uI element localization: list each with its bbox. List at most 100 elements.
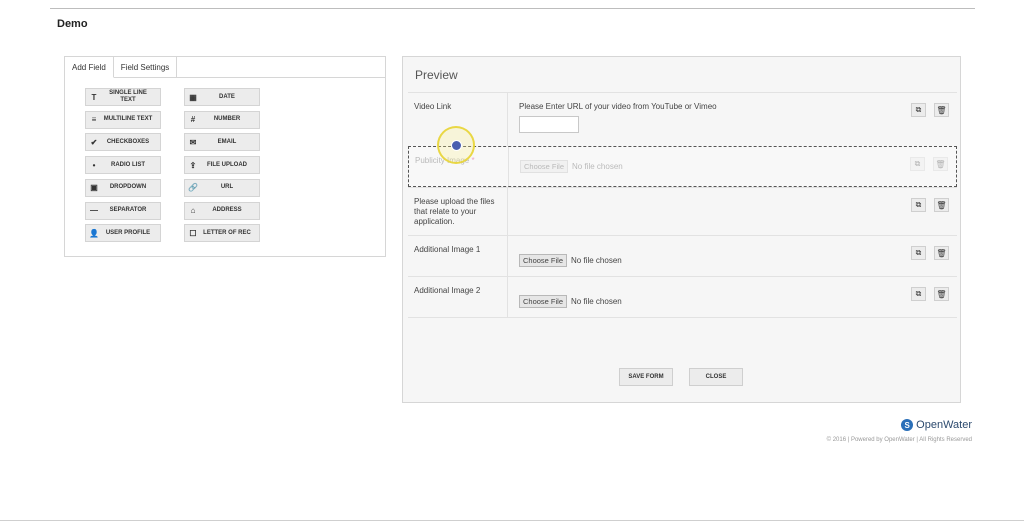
save-form-button[interactable]: SAVE FORM xyxy=(619,368,673,386)
preview-row[interactable]: Additional Image 1 Choose File No file cho… xyxy=(408,235,957,276)
field-label-text: Additional Image 1 xyxy=(414,245,481,254)
field-button-checkboxes[interactable]: ✔ CHECKBOXES xyxy=(85,133,161,152)
email-icon: ✉ xyxy=(189,137,197,147)
field-button-file-upload[interactable]: ⇪ FILE UPLOAD xyxy=(184,156,260,175)
check-icon: ✔ xyxy=(90,137,98,147)
copy-icon[interactable]: ⧉ xyxy=(911,287,926,301)
dropdown-icon: ▣ xyxy=(90,183,98,193)
row-actions: ⧉ 🗑 xyxy=(911,103,949,117)
field-button-label: NUMBER xyxy=(213,116,241,123)
drag-cursor-icon xyxy=(451,140,462,151)
video-url-input[interactable] xyxy=(519,116,579,133)
file-input: Choose File No file chosen xyxy=(520,160,623,173)
field-button-number[interactable]: # NUMBER xyxy=(184,110,260,129)
trash-icon[interactable]: 🗑 xyxy=(934,103,949,117)
choose-file-button[interactable]: Choose File xyxy=(519,254,568,267)
close-button[interactable]: CLOSE xyxy=(689,368,743,386)
field-tabs: Add Field Field Settings xyxy=(65,57,385,78)
field-button-date[interactable]: ▦ DATE xyxy=(184,88,260,106)
video-link-field: Please Enter URL of your video from YouT… xyxy=(519,102,717,133)
user-icon: 👤 xyxy=(89,228,99,238)
trash-icon[interactable]: 🗑 xyxy=(934,198,949,212)
field-button-letter-of-rec[interactable]: ☐ LETTER OF REC xyxy=(184,224,260,243)
field-button-label: SINGLE LINE TEXT xyxy=(109,90,147,103)
field-label-text: Please upload the files that relate to y… xyxy=(414,197,495,226)
field-button-dropdown[interactable]: ▣ DROPDOWN xyxy=(85,178,161,197)
field-instructions: Please Enter URL of your video from YouT… xyxy=(519,102,717,111)
openwater-logo-icon: S xyxy=(901,419,914,431)
row-actions: ⧉ 🗑 xyxy=(911,198,949,212)
field-button-label: EMAIL xyxy=(217,138,237,145)
home-icon: ⌂ xyxy=(190,206,196,215)
field-label: Please upload the files that relate to y… xyxy=(414,197,504,227)
copy-icon[interactable]: ⧉ xyxy=(911,103,926,117)
field-button-label: USER PROFILE xyxy=(105,229,151,236)
field-button-label: LETTER OF REC xyxy=(203,229,251,236)
field-button-label: CHECKBOXES xyxy=(106,138,150,145)
choose-file-button[interactable]: Choose File xyxy=(519,295,568,308)
row-actions: ⧉ 🗑 xyxy=(911,287,949,301)
copy-icon[interactable]: ⧉ xyxy=(910,157,925,171)
field-button-single-line-text[interactable]: T SINGLE LINE TEXT xyxy=(85,88,161,106)
field-label: Video Link xyxy=(414,102,504,112)
row-label-column xyxy=(408,236,508,276)
trash-icon[interactable]: 🗑 xyxy=(934,287,949,301)
document-icon: ☐ xyxy=(189,228,197,238)
bottom-divider xyxy=(0,520,1024,521)
field-button-label: RADIO LIST xyxy=(111,161,145,168)
choose-file-button[interactable]: Choose File xyxy=(520,160,569,173)
field-label: Additional Image 1 xyxy=(414,245,504,255)
cursor-highlight xyxy=(437,126,475,164)
brand-logo: S OpenWater xyxy=(901,419,972,431)
page: Demo Add Field Field Settings T SINGLE LI… xyxy=(0,0,1024,524)
no-file-status: No file chosen xyxy=(571,256,622,265)
no-file-status: No file chosen xyxy=(572,162,623,171)
text-icon: T xyxy=(91,92,97,102)
field-button-label: DROPDOWN xyxy=(109,184,147,191)
page-title: Demo xyxy=(57,18,88,30)
preview-row[interactable]: Publicity Image * Choose File No file chos… xyxy=(408,146,957,187)
field-button-url[interactable]: 🔗 URL xyxy=(184,178,260,197)
copy-icon[interactable]: ⧉ xyxy=(911,198,926,212)
copy-icon[interactable]: ⧉ xyxy=(911,246,926,260)
row-actions: ⧉ 🗑 xyxy=(910,157,948,171)
separator-icon: — xyxy=(90,206,98,215)
paragraph-icon: ≡ xyxy=(91,115,97,125)
preview-field-list: Video Link Please Enter URL of your video… xyxy=(408,92,957,318)
field-button-label: FILE UPLOAD xyxy=(207,161,247,168)
field-button-multiline-text[interactable]: ≡ MULTILINE TEXT xyxy=(85,110,161,129)
field-button-separator[interactable]: — SEPARATOR xyxy=(85,201,161,220)
field-button-label: SEPARATOR xyxy=(109,207,147,213)
field-button-address[interactable]: ⌂ ADDRESS xyxy=(184,201,260,220)
row-actions: ⧉ 🗑 xyxy=(911,246,949,260)
file-input: Choose File No file chosen xyxy=(519,295,622,308)
field-button-email[interactable]: ✉ EMAIL xyxy=(184,133,260,152)
number-icon: # xyxy=(190,115,196,125)
field-button-radio-list[interactable]: • RADIO LIST xyxy=(85,156,161,175)
trash-icon[interactable]: 🗑 xyxy=(934,246,949,260)
field-button-label: DATE xyxy=(219,93,235,100)
upload-icon: ⇪ xyxy=(189,160,197,170)
calendar-icon: ▦ xyxy=(189,92,197,102)
preview-row[interactable]: Additional Image 2 Choose File No file cho… xyxy=(408,276,957,317)
row-label-column xyxy=(408,277,508,317)
no-file-status: No file chosen xyxy=(571,297,622,306)
preview-row[interactable]: Please upload the files that relate to y… xyxy=(408,187,957,235)
preview-row[interactable]: Video Link Please Enter URL of your video… xyxy=(408,92,957,146)
preview-list-end xyxy=(408,317,957,318)
add-field-panel: Add Field Field Settings T SINGLE LINE TE… xyxy=(64,56,386,257)
trash-icon[interactable]: 🗑 xyxy=(933,157,948,171)
copyright-text: © 2016 | Powered by OpenWater | All Righ… xyxy=(826,437,972,443)
field-label-text: Video Link xyxy=(414,102,452,111)
field-button-label: MULTILINE TEXT xyxy=(103,116,153,123)
preview-title: Preview xyxy=(415,68,458,82)
field-label: Additional Image 2 xyxy=(414,286,504,296)
tab-field-settings[interactable]: Field Settings xyxy=(114,57,178,77)
field-button-label: URL xyxy=(220,184,234,191)
field-button-user-profile[interactable]: 👤 USER PROFILE xyxy=(85,224,161,243)
tab-add-field[interactable]: Add Field xyxy=(65,57,114,78)
file-input: Choose File No file chosen xyxy=(519,254,622,267)
preview-panel: Preview Video Link Please Enter URL of yo… xyxy=(402,56,961,403)
radio-icon: • xyxy=(92,160,96,170)
required-marker: * xyxy=(471,156,475,165)
